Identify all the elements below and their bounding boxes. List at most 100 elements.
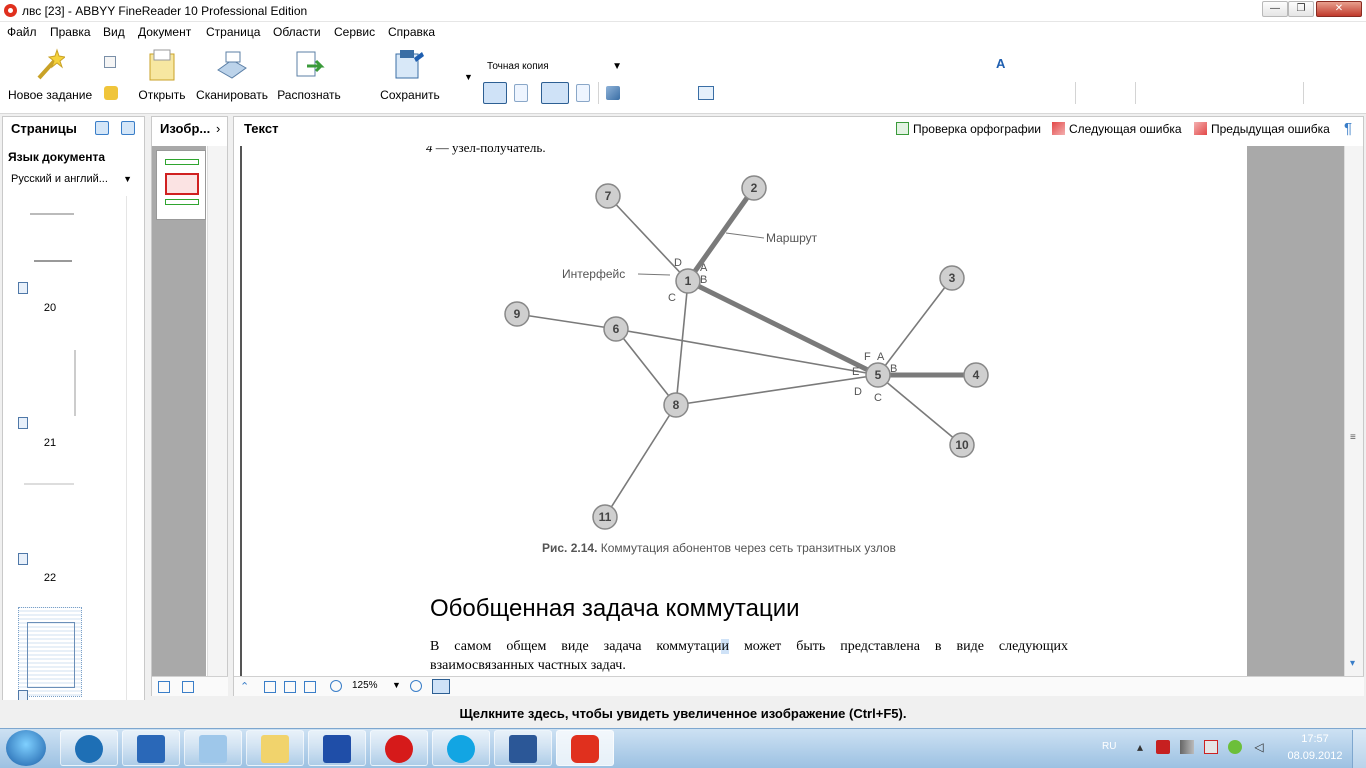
layout-page-icon[interactable] [483,82,507,104]
menu-edit[interactable]: Правка [50,25,91,39]
tray-network-icon[interactable] [1204,740,1218,754]
edge-5-3 [877,277,953,376]
text-scrollbar[interactable]: ≡ ▾ [1344,146,1363,676]
scan-button[interactable]: Сканировать [196,48,268,102]
port-label-1-A: A [700,262,708,274]
fit-width-icon[interactable] [284,681,296,693]
caption-text: Коммутация абонентов через сеть транзитн… [597,541,896,555]
wrench-icon[interactable] [606,86,620,100]
finereader-logo-icon [4,4,17,17]
port-label-5-B: B [890,363,897,375]
taskbar-hp[interactable] [60,730,118,766]
page-view-icon[interactable] [541,82,569,104]
port-label-5-C: C [874,392,882,404]
page-outline-icon[interactable] [576,84,590,102]
language-indicator[interactable]: RU [1102,741,1116,752]
figure-caption: Рис. 2.14. Коммутация абонентов через се… [542,541,896,555]
prev-error-button[interactable]: Предыдущая ошибка [1194,122,1330,136]
page-thumbnail-21[interactable] [18,340,82,420]
tray-up-arrow-icon[interactable]: ▴ [1133,740,1147,754]
spell-check-button[interactable]: Проверка орфографии [896,122,1041,136]
open-button[interactable]: Открыть [136,48,188,102]
grid-view-icon[interactable] [264,681,276,693]
taskbar-folder[interactable] [246,730,304,766]
taskbar-word[interactable] [494,730,552,766]
chevron-right-icon[interactable]: › [216,121,220,136]
recognition-mode-select[interactable]: Точная копия ▼ [484,59,626,75]
pilcrow-icon[interactable]: ¶ [1344,120,1352,137]
zoom-dropdown-icon[interactable]: ▼ [392,680,401,690]
taskbar-skype[interactable] [432,730,490,766]
doc-language-label: Язык документа [8,150,105,164]
minimize-button[interactable]: — [1262,1,1288,17]
zoom-level[interactable]: 125% [352,680,378,691]
tray-signal-icon[interactable] [1180,740,1194,754]
save-button[interactable]: Сохранить [378,48,442,102]
zoom-out-icon[interactable] [330,680,342,692]
svg-text:8: 8 [673,398,680,412]
eraser-icon [199,735,227,763]
pages-scrollbar[interactable] [126,196,140,718]
image-preview[interactable] [156,150,206,220]
scroll-down-icon[interactable]: ▾ [1350,658,1355,669]
collapse-up-icon[interactable] [158,681,170,693]
next-error-button[interactable]: Следующая ошибка [1052,122,1182,136]
save-doc-icon [394,48,426,82]
doc-language-select[interactable]: Русский и англий... ▼ [8,170,136,188]
document-page[interactable]: 4 — узел-получатель. 1 2 3 4 5 6 7 8 9 10 11 D A B C F A… [242,146,1247,676]
menu-document[interactable]: Документ [138,25,191,39]
taskbar-opera[interactable] [370,730,428,766]
edge-1-2 [685,186,757,283]
font-style-icon[interactable]: A [996,56,1005,71]
taskbar-finereader[interactable] [556,730,614,766]
page-thumbnail-23[interactable] [18,607,82,697]
menu-service[interactable]: Сервис [334,25,375,39]
page-thumbnail-20[interactable] [18,205,82,283]
recognize-icon [293,48,325,82]
restore-button[interactable]: ❐ [1288,1,1314,17]
tray-security-icon[interactable] [1156,740,1170,754]
clock-date[interactable]: 08.09.2012 [1282,750,1348,762]
image-scrollbar[interactable] [207,146,227,676]
move-page-up-icon[interactable] [121,121,135,135]
save-label: Сохранить [380,88,440,102]
show-desktop-button[interactable] [1352,730,1366,768]
menu-view[interactable]: Вид [103,25,125,39]
table-image-icon[interactable] [698,86,714,100]
fit-grid-icon[interactable] [182,681,194,693]
clock-time[interactable]: 17:57 [1292,733,1338,745]
taskbar-eraser[interactable] [184,730,242,766]
zoom-in-icon[interactable] [410,680,422,692]
taskbar-save[interactable] [308,730,366,766]
taskbar-stocks[interactable] [122,730,180,766]
status-hint[interactable]: Щелкните здесь, чтобы увидеть увеличенно… [0,700,1366,728]
menu-file[interactable]: Файл [7,25,37,39]
node-9: 9 [504,301,530,327]
edge-8-11 [604,404,677,518]
page-icon [18,417,28,429]
menu-areas[interactable]: Области [273,25,321,39]
new-task-button[interactable]: Новое задание [8,48,92,102]
move-page-down-icon[interactable] [95,121,109,135]
menu-help[interactable]: Справка [388,25,435,39]
small-folder-icon[interactable] [104,86,118,100]
tray-gear-icon[interactable] [1228,740,1242,754]
small-page-icon[interactable] [104,56,116,68]
recognize-button[interactable]: Распознать [276,48,342,102]
tray-volume-icon[interactable]: ◁ [1252,740,1266,754]
edge-5-10 [877,374,963,446]
fit-height-icon[interactable] [304,681,316,693]
image-canvas[interactable] [152,146,206,676]
collapse-up-icon[interactable]: ⌃ [240,680,249,693]
port-label-5-A: A [877,351,885,363]
save-dropdown-arrow-icon[interactable]: ▼ [464,72,473,82]
close-button[interactable]: ✕ [1316,1,1362,17]
scan-label: Сканировать [196,88,268,102]
node-6: 6 [603,316,629,342]
view-mode-icon[interactable] [432,679,450,694]
windows-start-icon[interactable] [6,730,46,766]
blank-page-icon[interactable] [514,84,528,102]
route-label: Маршрут [766,231,818,245]
menu-page[interactable]: Страница [206,25,260,39]
page-thumbnail-22[interactable] [18,477,82,557]
